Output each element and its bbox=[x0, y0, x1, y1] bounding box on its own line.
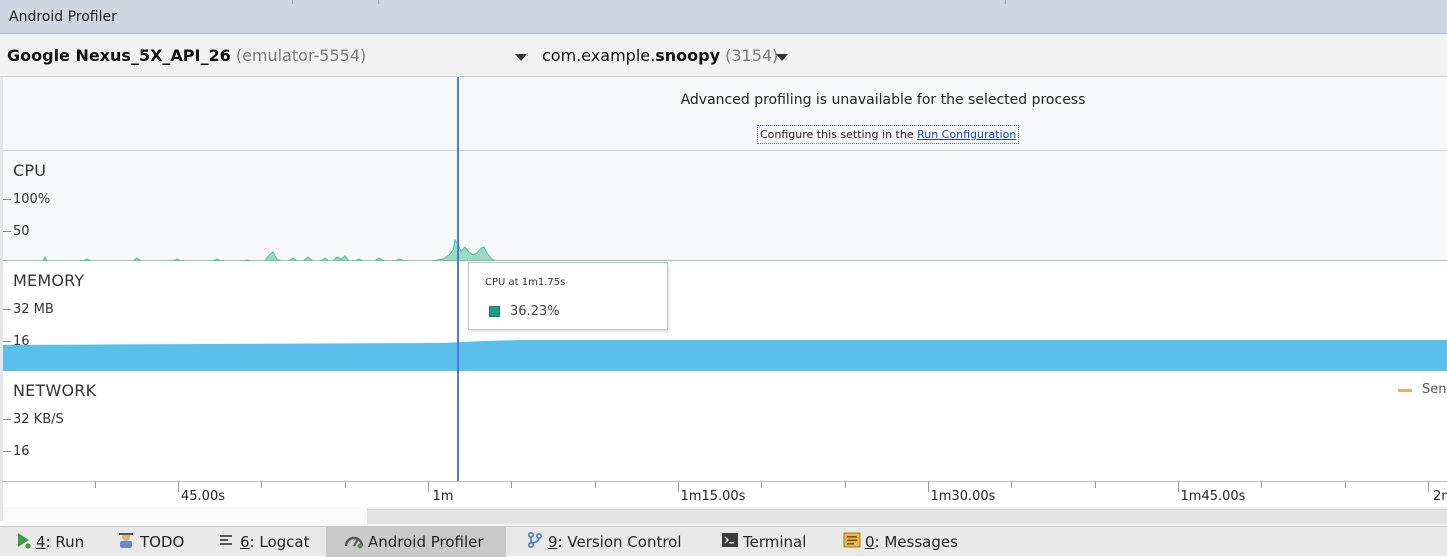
axis-major-tick bbox=[928, 482, 929, 492]
version-control-mnemonic: 9 bbox=[548, 533, 558, 551]
todo-icon bbox=[116, 531, 136, 553]
network-sending-legend-label: Sen bbox=[1422, 382, 1447, 397]
messages-icon bbox=[843, 531, 861, 553]
axis-minor-tick bbox=[95, 482, 96, 488]
network-label: NETWORK bbox=[13, 381, 97, 400]
cpu-usage-area bbox=[3, 238, 1447, 261]
axis-major-tick bbox=[678, 482, 679, 492]
network-sending-legend-icon bbox=[1398, 389, 1412, 392]
network-y-max-label: 32 KB/S bbox=[13, 412, 64, 427]
axis-minor-tick bbox=[761, 482, 762, 488]
logcat-mnemonic: 6 bbox=[240, 533, 250, 551]
logcat-label: : Logcat bbox=[249, 533, 310, 551]
version-control-label: : Version Control bbox=[557, 533, 682, 551]
axis-minor-tick bbox=[595, 482, 596, 488]
memory-usage-chart bbox=[3, 340, 1447, 371]
messages-tool-button[interactable]: 0: Messages bbox=[843, 527, 958, 557]
axis-minor-tick bbox=[1011, 482, 1012, 488]
memory-usage-area bbox=[3, 340, 1447, 371]
tooltip-cpu-swatch-icon bbox=[489, 306, 500, 317]
window-title: Android Profiler bbox=[9, 9, 117, 25]
axis-label: 1m30.00s bbox=[930, 489, 996, 504]
device-serial: (emulator-5554) bbox=[235, 46, 367, 65]
run-icon bbox=[14, 531, 32, 553]
version-control-icon bbox=[526, 531, 544, 553]
axis-minor-tick bbox=[1095, 482, 1096, 488]
process-pid: (3154) bbox=[725, 46, 779, 65]
network-y-tick bbox=[3, 451, 11, 452]
timeline-cursor[interactable] bbox=[457, 77, 459, 482]
todo-tool-button[interactable]: TODO bbox=[116, 527, 184, 557]
terminal-icon bbox=[721, 531, 739, 553]
memory-monitor[interactable]: MEMORY 32 MB 16 bbox=[3, 261, 1447, 371]
axis-major-tick bbox=[178, 482, 179, 492]
device-process-bar: Google Nexus_5X_API_26 (emulator-5554) c… bbox=[0, 34, 1447, 77]
axis-label: 2m bbox=[1433, 489, 1447, 504]
version-control-tool-button[interactable]: 9: Version Control bbox=[526, 527, 682, 557]
device-dropdown-icon[interactable] bbox=[515, 54, 527, 61]
run-label: : Run bbox=[45, 533, 85, 551]
network-y-mid-label: 16 bbox=[13, 444, 30, 459]
axis-label: 1m45.00s bbox=[1180, 489, 1246, 504]
axis-major-tick bbox=[1178, 482, 1179, 492]
process-dropdown-icon[interactable] bbox=[776, 54, 788, 61]
logcat-tool-button[interactable]: 6: Logcat bbox=[218, 527, 309, 557]
profiler-icon bbox=[344, 531, 364, 553]
logcat-icon bbox=[218, 531, 236, 553]
network-monitor[interactable]: NETWORK 32 KB/S 16 Sen bbox=[3, 371, 1447, 481]
title-divider bbox=[1005, 0, 1006, 4]
run-mnemonic: 4 bbox=[36, 533, 46, 551]
android-profiler-tool-button[interactable]: Android Profiler bbox=[326, 527, 506, 557]
axis-minor-tick bbox=[261, 482, 262, 488]
todo-label: TODO bbox=[140, 533, 185, 551]
title-divider bbox=[378, 0, 379, 4]
network-y-tick bbox=[3, 419, 11, 420]
axis-major-tick bbox=[1428, 482, 1429, 492]
axis-minor-tick bbox=[345, 482, 346, 488]
axis-label: 45.00s bbox=[181, 489, 225, 504]
scrollbar-thumb[interactable] bbox=[367, 509, 1447, 524]
run-configuration-link[interactable]: Run Configuration bbox=[917, 128, 1016, 141]
cpu-monitor[interactable]: CPU 100% 50 bbox=[3, 151, 1447, 261]
android-profiler-label: Android Profiler bbox=[368, 533, 484, 551]
axis-label: 1m bbox=[432, 489, 454, 504]
process-app-name: snoopy bbox=[655, 46, 720, 65]
title-divider bbox=[292, 0, 293, 4]
axis-minor-tick bbox=[511, 482, 512, 488]
process-package: com.example. bbox=[542, 46, 656, 65]
notice-config-text: Configure this setting in the Run Config… bbox=[757, 125, 1020, 144]
tooltip-value: 36.23% bbox=[510, 304, 560, 319]
notice-message: Advanced profiling is unavailable for th… bbox=[680, 92, 1086, 108]
device-name: Google Nexus_5X_API_26 bbox=[7, 46, 231, 65]
axis-minor-tick bbox=[1261, 482, 1262, 488]
notice-config-prefix: Configure this setting in the bbox=[760, 128, 918, 141]
messages-mnemonic: 0 bbox=[865, 533, 875, 551]
scrollbar-track[interactable] bbox=[3, 507, 367, 526]
terminal-tool-button[interactable]: Terminal bbox=[721, 527, 806, 557]
terminal-label: Terminal bbox=[743, 533, 807, 551]
time-axis: 45.00s 1m 1m15.00s 1m30.00s 1m45.00s 2m bbox=[3, 481, 1447, 507]
run-tool-button[interactable]: 4: Run bbox=[14, 527, 84, 557]
device-selector[interactable]: Google Nexus_5X_API_26 (emulator-5554) bbox=[7, 46, 366, 65]
tooltip-title: CPU at 1m1.75s bbox=[485, 277, 566, 288]
cpu-usage-chart bbox=[3, 238, 1447, 261]
messages-label: : Messages bbox=[874, 533, 958, 551]
axis-minor-tick bbox=[1345, 482, 1346, 488]
axis-major-tick bbox=[428, 482, 429, 492]
axis-minor-tick bbox=[845, 482, 846, 488]
tool-window-bar: 4: Run TODO 6: Logcat Android Profiler 9… bbox=[0, 526, 1447, 557]
profiler-title-bar: Android Profiler bbox=[0, 0, 1447, 34]
process-selector[interactable]: com.example.snoopy (3154) bbox=[542, 46, 778, 65]
timeline-scrollbar[interactable] bbox=[3, 507, 1447, 526]
axis-label: 1m15.00s bbox=[680, 489, 746, 504]
advanced-profiling-notice: Advanced profiling is unavailable for th… bbox=[3, 77, 1447, 151]
cpu-tooltip: CPU at 1m1.75s 36.23% bbox=[468, 262, 668, 330]
